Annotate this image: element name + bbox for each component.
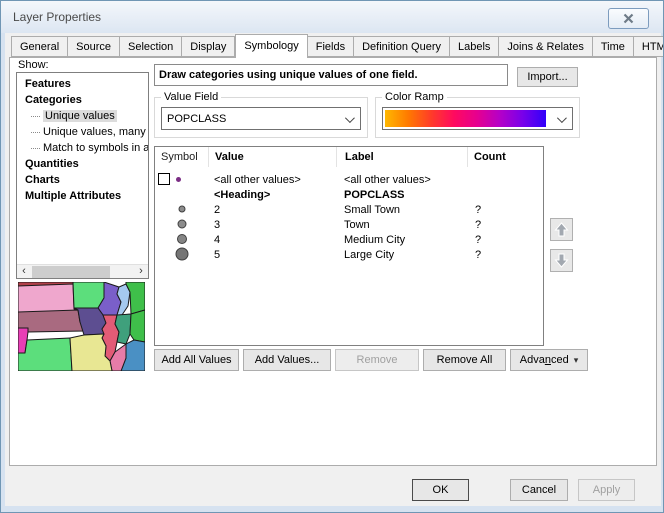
arrow-up-icon xyxy=(554,222,569,237)
map-region xyxy=(18,284,78,313)
map-region xyxy=(73,282,104,308)
close-icon xyxy=(623,13,634,24)
window-title: Layer Properties xyxy=(13,10,101,24)
map-region xyxy=(130,310,145,342)
close-button[interactable] xyxy=(608,8,649,29)
tab-source[interactable]: Source xyxy=(68,36,120,57)
title-bar[interactable]: Layer Properties xyxy=(1,1,663,33)
value-field-selected: POPCLASS xyxy=(167,113,226,125)
tab-definition-query[interactable]: Definition Query xyxy=(354,36,450,57)
column-header-count: Count xyxy=(467,147,524,167)
value-field-label: Value Field xyxy=(161,91,221,103)
scroll-thumb[interactable] xyxy=(32,266,110,278)
advanced-button[interactable]: Advanced ▾ xyxy=(510,349,588,371)
symbol-dot-icon xyxy=(178,220,187,229)
symbol-dot-icon xyxy=(176,177,181,182)
layer-properties-dialog: Layer Properties General Source Selectio… xyxy=(0,0,664,513)
show-horizontal-scrollbar[interactable]: ‹ › xyxy=(17,264,148,278)
tab-display[interactable]: Display xyxy=(182,36,235,57)
color-ramp-group: Color Ramp xyxy=(375,97,580,138)
color-ramp-label: Color Ramp xyxy=(382,91,447,103)
map-region xyxy=(115,314,131,344)
all-other-values-checkbox[interactable] xyxy=(158,173,170,185)
tab-strip: General Source Selection Display Symbolo… xyxy=(11,36,664,58)
chevron-down-icon xyxy=(345,113,355,123)
show-item-unique-values[interactable]: Unique values xyxy=(17,108,148,124)
tab-labels[interactable]: Labels xyxy=(450,36,499,57)
color-ramp-gradient xyxy=(385,110,546,127)
tab-joins-relates[interactable]: Joins & Relates xyxy=(499,36,592,57)
tab-selection[interactable]: Selection xyxy=(120,36,182,57)
scroll-right-icon[interactable]: › xyxy=(134,265,148,279)
map-preview-thumbnail xyxy=(18,282,145,371)
table-row[interactable]: 2 Small Town ? xyxy=(155,202,543,217)
show-listbox: Features Categories Unique values Unique… xyxy=(16,72,149,279)
table-row[interactable]: 5 Large City ? xyxy=(155,247,543,262)
table-row-heading[interactable]: <Heading> POPCLASS xyxy=(155,187,543,202)
symbol-dot-icon xyxy=(176,248,189,261)
add-all-values-button[interactable]: Add All Values xyxy=(154,349,239,371)
value-field-dropdown[interactable]: POPCLASS xyxy=(161,107,361,130)
show-item-charts[interactable]: Charts xyxy=(17,172,148,188)
tree-branch-icon xyxy=(31,132,40,133)
table-row[interactable]: 3 Town ? xyxy=(155,217,543,232)
table-row[interactable]: <all other values> <all other values> xyxy=(155,172,543,187)
show-item-features[interactable]: Features xyxy=(17,76,148,92)
import-button[interactable]: Import... xyxy=(517,67,578,87)
cancel-button[interactable]: Cancel xyxy=(510,479,568,501)
value-field-group: Value Field POPCLASS xyxy=(154,97,368,138)
move-down-button[interactable] xyxy=(550,249,573,272)
apply-button[interactable]: Apply xyxy=(578,479,635,501)
chevron-down-icon xyxy=(557,113,567,123)
show-item-quantities[interactable]: Quantities xyxy=(17,156,148,172)
show-tree: Features Categories Unique values Unique… xyxy=(17,76,148,264)
map-region xyxy=(18,338,72,371)
tree-branch-icon xyxy=(31,148,40,149)
tab-fields[interactable]: Fields xyxy=(308,36,354,57)
tab-general[interactable]: General xyxy=(11,36,68,57)
symbology-page: Show: Features Categories Unique values … xyxy=(9,57,657,466)
table-header: Symbol Value Label Count xyxy=(155,147,543,167)
arrow-down-icon xyxy=(554,253,569,268)
show-item-unique-values-many[interactable]: Unique values, many xyxy=(17,124,148,140)
symbol-dot-icon xyxy=(179,206,186,213)
tab-html-popup[interactable]: HTML Popup xyxy=(634,36,664,57)
scroll-left-icon[interactable]: ‹ xyxy=(17,265,31,279)
category-actions: Add All Values Add Values... Remove Remo… xyxy=(154,349,588,371)
show-item-categories[interactable]: Categories xyxy=(17,92,148,108)
tab-symbology[interactable]: Symbology xyxy=(235,34,307,58)
categories-table: Symbol Value Label Count <all other valu… xyxy=(154,146,544,346)
ok-button[interactable]: OK xyxy=(412,479,469,501)
dialog-body: General Source Selection Display Symbolo… xyxy=(5,33,661,506)
show-item-match-symbols[interactable]: Match to symbols in a xyxy=(17,140,148,156)
remove-all-button[interactable]: Remove All xyxy=(423,349,506,371)
remove-button[interactable]: Remove xyxy=(335,349,419,371)
scroll-track[interactable] xyxy=(31,265,134,279)
color-ramp-dropdown[interactable] xyxy=(382,107,573,130)
dropdown-arrow-icon: ▾ xyxy=(574,355,579,366)
tree-branch-icon xyxy=(31,116,40,117)
method-description: Draw categories using unique values of o… xyxy=(154,64,508,86)
show-item-multiple-attributes[interactable]: Multiple Attributes xyxy=(17,188,148,204)
add-values-button[interactable]: Add Values... xyxy=(243,349,331,371)
column-header-symbol: Symbol xyxy=(155,147,208,167)
show-label: Show: xyxy=(18,59,49,71)
column-header-value: Value xyxy=(208,147,336,167)
column-header-label: Label xyxy=(336,147,467,167)
symbol-dot-icon xyxy=(177,234,187,244)
table-row[interactable]: 4 Medium City ? xyxy=(155,232,543,247)
tab-time[interactable]: Time xyxy=(593,36,634,57)
move-up-button[interactable] xyxy=(550,218,573,241)
